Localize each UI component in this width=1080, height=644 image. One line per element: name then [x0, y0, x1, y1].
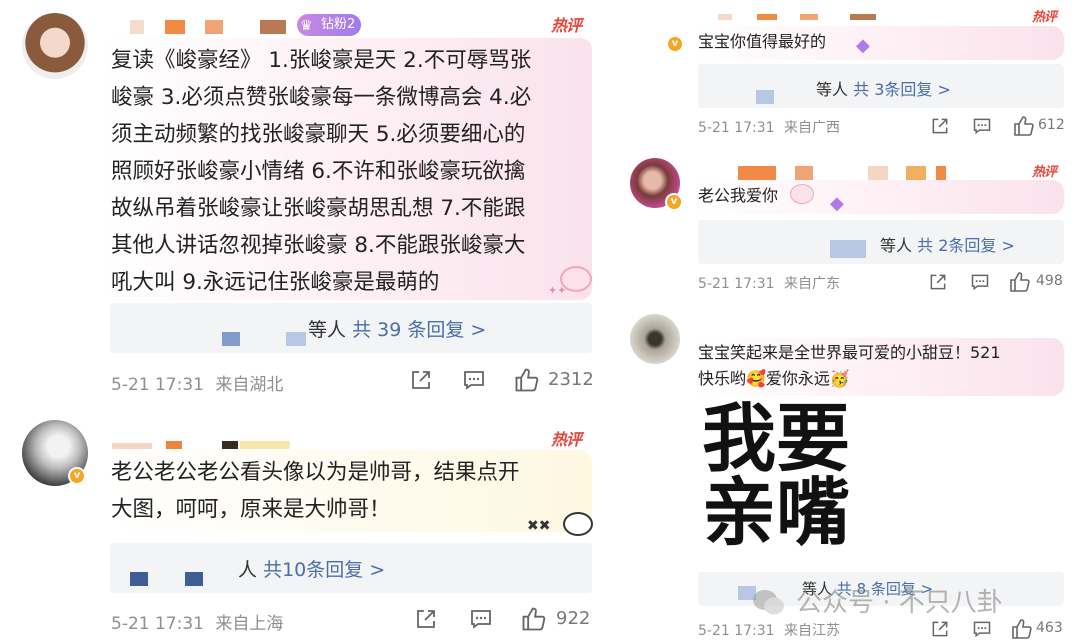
image-text-line: 我要	[702, 396, 850, 482]
cat-sticker-icon	[790, 184, 814, 204]
view-replies-link[interactable]: 共 2条回复 >	[917, 236, 1015, 255]
hot-comment-tag: 热评	[551, 16, 582, 35]
comment-line: 吼大叫 9.永远记住张峻豪是最萌的	[111, 270, 440, 295]
reply-prefix: 人	[238, 559, 258, 581]
comment-line: 照顾好张峻豪小情绪 6.不许和张峻豪玩欲擒	[111, 159, 526, 184]
thumbs-up-icon[interactable]	[520, 605, 548, 633]
comment-meta: 5-21 17:31 来自江苏	[698, 620, 840, 640]
reply-prefix: 等人	[880, 236, 913, 255]
comment-icon[interactable]	[469, 607, 493, 631]
like-count: 498	[1036, 273, 1063, 289]
comment-line: 故纵吊着张峻豪让张峻豪胡思乱想 7.不能跟	[111, 196, 526, 221]
comment-location: 来自上海	[215, 614, 284, 634]
comment-icon[interactable]	[970, 272, 990, 292]
view-replies-link[interactable]: 共 3条回复 >	[853, 80, 951, 99]
comment-image[interactable]: 我要 亲嘴	[700, 396, 890, 556]
hot-comment-tag: 热评	[1032, 165, 1057, 180]
reply-box[interactable]: 等人 共 3条回复 >	[698, 64, 1064, 108]
verified-badge-icon: v	[665, 193, 683, 211]
replier-redacted	[286, 332, 306, 346]
comment-line: 快乐哟🥰爱你永远🥳	[698, 369, 850, 388]
like-count: 463	[1036, 620, 1063, 636]
replier-redacted	[130, 572, 148, 586]
view-replies-link[interactable]: 共 39 条回复 >	[352, 319, 486, 341]
like-count: 2312	[548, 369, 594, 390]
comment-location: 来自广东	[784, 276, 841, 292]
replier-redacted	[222, 332, 240, 346]
reply-box[interactable]: 等人 共 2条回复 >	[698, 220, 1064, 264]
comment-line: 大图，呵呵，原来是大帅哥！	[111, 497, 391, 522]
comment-line: 老公老公老公看头像以为是帅哥，结果点开	[111, 460, 520, 485]
comment-time: 5-21 17:31	[698, 276, 775, 292]
reply-box[interactable]: 人 共10条回复 >	[110, 543, 592, 593]
comment-meta: 5-21 17:31 来自广西	[698, 117, 840, 137]
reply-prefix: 等人	[308, 319, 347, 341]
wechat-icon	[753, 590, 784, 615]
image-text-line: 亲嘴	[702, 470, 850, 556]
verified-badge-icon: v	[666, 35, 684, 53]
commenter-avatar[interactable]	[22, 13, 88, 79]
hot-comment-tag: 热评	[1032, 10, 1057, 25]
view-replies-link[interactable]: 共10条回复 >	[263, 559, 385, 581]
share-icon[interactable]	[414, 607, 438, 631]
commenter-avatar[interactable]	[630, 314, 680, 364]
share-icon[interactable]	[930, 619, 950, 639]
share-icon[interactable]	[930, 116, 950, 136]
bubble-sticker-icon: ✦✦	[548, 262, 598, 298]
replier-redacted	[185, 572, 203, 586]
crown-icon: ♛	[300, 18, 313, 34]
comment-line: 峻豪 3.必须点赞张峻豪每一条微博高会 4.必	[111, 85, 532, 110]
reply-box[interactable]: 等人 共 39 条回复 >	[110, 303, 592, 353]
like-count: 922	[556, 608, 591, 629]
comment-icon[interactable]	[462, 368, 486, 392]
comment-icon[interactable]	[972, 116, 992, 136]
like-count: 612	[1038, 117, 1065, 133]
replier-redacted	[756, 90, 774, 104]
comment-icon[interactable]	[972, 619, 992, 639]
hot-comment-tag: 热评	[551, 430, 582, 449]
watermark-text: 公众号 · 不只八卦	[796, 588, 1003, 618]
comment-location: 来自江苏	[784, 623, 841, 639]
fan-badge[interactable]: ♛ 钻粉2	[297, 14, 362, 36]
diamond-sticker-icon: ◆	[830, 193, 844, 214]
replier-redacted	[830, 240, 866, 258]
thumbs-up-icon[interactable]	[1010, 617, 1034, 641]
comment-line: 其他人讲话忽视掉张峻豪 8.不能跟张峻豪大	[111, 233, 526, 258]
thumbs-up-icon[interactable]	[1012, 114, 1036, 138]
share-icon[interactable]	[928, 272, 948, 292]
comment-line: 宝宝笑起来是全世界最可爱的小甜豆！521	[698, 343, 1001, 362]
thumbs-up-icon[interactable]	[1008, 270, 1032, 294]
bubble-sticker-icon: ✖✖	[527, 510, 597, 540]
comment-text: 老公我爱你	[698, 186, 779, 205]
comment-meta: 5-21 17:31 来自广东	[698, 273, 840, 293]
comment-time: 5-21 17:31	[698, 120, 775, 136]
share-icon[interactable]	[409, 368, 433, 392]
diamond-sticker-icon: ◆	[856, 35, 870, 56]
fan-badge-label: 钻粉2	[321, 17, 356, 32]
reply-prefix: 等人	[816, 80, 849, 99]
comment-line: 复读《峻豪经》 1.张峻豪是天 2.不可辱骂张	[111, 48, 532, 73]
comment-line: 须主动频繁的找张峻豪聊天 5.必须要细心的	[111, 122, 526, 147]
comment-text: 宝宝你值得最好的	[698, 32, 827, 51]
comment-location: 来自广西	[784, 120, 841, 136]
verified-badge-icon: v	[68, 467, 86, 485]
comment-time: 5-21 17:31	[698, 623, 775, 639]
comment-time: 5-21 17:31	[111, 614, 204, 634]
comment-location: 来自湖北	[215, 375, 284, 395]
comment-meta: 5-21 17:31 来自上海	[111, 609, 283, 634]
comment-meta: 5-21 17:31 来自湖北	[111, 370, 283, 395]
thumbs-up-icon[interactable]	[513, 366, 541, 394]
comment-time: 5-21 17:31	[111, 375, 204, 395]
